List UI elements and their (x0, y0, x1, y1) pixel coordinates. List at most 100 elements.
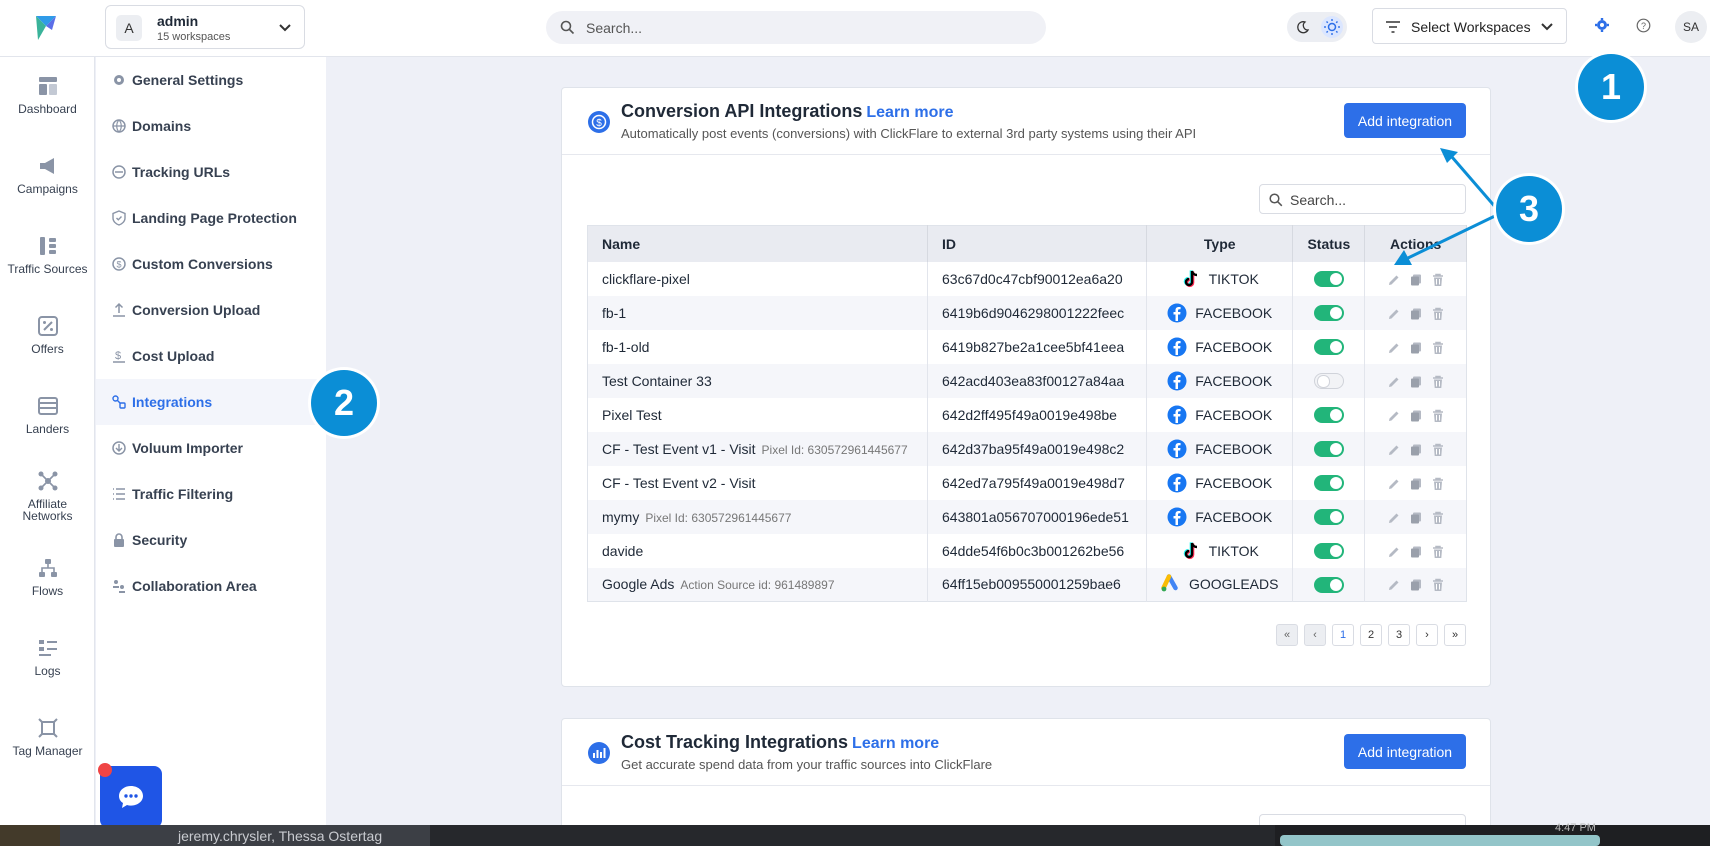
status-toggle[interactable] (1313, 271, 1344, 288)
settings-item-voluum-importer[interactable]: Voluum Importer (96, 425, 326, 471)
nav-flows[interactable]: Flows (0, 557, 95, 597)
nav-logs[interactable]: Logs (0, 637, 95, 677)
last-page-button[interactable]: » (1444, 624, 1466, 646)
nav-affiliate-networks[interactable]: Affiliate Networks (0, 470, 95, 522)
edit-icon[interactable] (1387, 545, 1401, 559)
table-search-input[interactable] (1290, 190, 1460, 210)
settings-item-conversion-upload[interactable]: Conversion Upload (96, 287, 326, 333)
copy-icon[interactable] (1409, 375, 1423, 389)
help-icon[interactable]: ? (1636, 18, 1651, 33)
page-2-button[interactable]: 2 (1360, 624, 1382, 646)
copy-icon[interactable] (1409, 477, 1423, 491)
settings-item-integrations[interactable]: Integrations (96, 379, 326, 425)
nav-campaigns[interactable]: Campaigns (0, 155, 95, 195)
add-integration-button[interactable]: Add integration (1344, 103, 1466, 138)
delete-icon[interactable] (1431, 375, 1445, 389)
delete-icon[interactable] (1431, 545, 1445, 559)
global-search-input[interactable] (586, 17, 1026, 39)
edit-icon[interactable] (1387, 375, 1401, 389)
nav-offers[interactable]: Offers (0, 315, 95, 355)
delete-icon[interactable] (1431, 273, 1445, 287)
status-toggle[interactable] (1313, 441, 1344, 458)
copy-icon[interactable] (1409, 545, 1423, 559)
copy-icon[interactable] (1409, 578, 1423, 592)
status-toggle[interactable] (1313, 339, 1344, 356)
settings-item-general[interactable]: General Settings (96, 57, 326, 103)
status-toggle[interactable] (1313, 475, 1344, 492)
edit-icon[interactable] (1387, 307, 1401, 321)
column-header-name[interactable]: Name (587, 225, 928, 262)
table-row[interactable]: Test Container 33 642acd403ea83f00127a84a… (587, 363, 1467, 398)
copy-icon[interactable] (1409, 409, 1423, 423)
column-header-id[interactable]: ID (927, 225, 1147, 262)
gear-icon[interactable] (1594, 17, 1610, 33)
moon-icon[interactable] (1296, 20, 1310, 34)
nav-traffic-sources[interactable]: Traffic Sources (0, 235, 95, 275)
chat-button[interactable] (98, 763, 162, 828)
status-toggle[interactable] (1313, 509, 1344, 526)
learn-more-link[interactable]: Learn more (866, 104, 953, 121)
edit-icon[interactable] (1387, 443, 1401, 457)
prev-page-button[interactable]: ‹ (1304, 624, 1326, 646)
table-row[interactable]: fb-1-old 6419b827be2a1cee5bf41eea FACEBOOK (587, 329, 1467, 364)
settings-item-domains[interactable]: Domains (96, 103, 326, 149)
copy-icon[interactable] (1409, 443, 1423, 457)
status-toggle[interactable] (1313, 576, 1344, 593)
table-row[interactable]: CF - Test Event v1 - Visit Pixel Id: 6305… (587, 431, 1467, 466)
settings-item-security[interactable]: Security (96, 517, 326, 563)
page-1-button[interactable]: 1 (1332, 624, 1354, 646)
add-integration-button[interactable]: Add integration (1344, 734, 1466, 769)
edit-icon[interactable] (1387, 273, 1401, 287)
column-header-type[interactable]: Type (1146, 225, 1294, 262)
status-toggle[interactable] (1313, 407, 1344, 424)
global-search[interactable] (546, 11, 1046, 44)
edit-icon[interactable] (1387, 511, 1401, 525)
nav-dashboard[interactable]: Dashboard (0, 75, 95, 115)
column-header-status[interactable]: Status (1292, 225, 1366, 262)
workspace-selector[interactable]: A admin 15 workspaces (105, 5, 305, 49)
nav-tag-manager[interactable]: Tag Manager (0, 717, 95, 757)
table-row[interactable]: clickflare-pixel 63c67d0c47cbf90012ea6a20… (587, 261, 1467, 296)
nav-landers[interactable]: Landers (0, 395, 95, 435)
settings-item-cost-upload[interactable]: $ Cost Upload (96, 333, 326, 379)
status-toggle[interactable] (1313, 543, 1344, 560)
table-row[interactable]: mymy Pixel Id: 630572961445677 643801a0567… (587, 499, 1467, 534)
edit-icon[interactable] (1387, 578, 1401, 592)
settings-item-tracking-urls[interactable]: Tracking URLs (96, 149, 326, 195)
copy-icon[interactable] (1409, 307, 1423, 321)
copy-icon[interactable] (1409, 341, 1423, 355)
delete-icon[interactable] (1431, 477, 1445, 491)
delete-icon[interactable] (1431, 307, 1445, 321)
next-page-button[interactable]: › (1416, 624, 1438, 646)
settings-item-collaboration-area[interactable]: Collaboration Area (96, 563, 326, 609)
delete-icon[interactable] (1431, 443, 1445, 457)
theme-toggle[interactable] (1287, 12, 1347, 42)
delete-icon[interactable] (1431, 341, 1445, 355)
clickflare-logo[interactable] (30, 12, 62, 44)
edit-icon[interactable] (1387, 477, 1401, 491)
table-row[interactable]: davide 64dde54f6b0c3b001262be56 TIKTOK (587, 533, 1467, 568)
edit-icon[interactable] (1387, 341, 1401, 355)
table-search[interactable] (1259, 184, 1466, 214)
copy-icon[interactable] (1409, 511, 1423, 525)
delete-icon[interactable] (1431, 409, 1445, 423)
settings-item-landing-page-protection[interactable]: Landing Page Protection (96, 195, 326, 241)
learn-more-link[interactable]: Learn more (852, 735, 939, 752)
select-workspaces-dropdown[interactable]: Select Workspaces (1372, 8, 1567, 44)
status-toggle[interactable] (1313, 305, 1344, 322)
settings-item-custom-conversions[interactable]: $ Custom Conversions (96, 241, 326, 287)
first-page-button[interactable]: « (1276, 624, 1298, 646)
user-avatar[interactable]: SA (1675, 11, 1707, 43)
edit-icon[interactable] (1387, 409, 1401, 423)
table-row[interactable]: Pixel Test 642d2ff495f49a0019e498be FACEBO… (587, 397, 1467, 432)
delete-icon[interactable] (1431, 578, 1445, 592)
settings-item-traffic-filtering[interactable]: Traffic Filtering (96, 471, 326, 517)
delete-icon[interactable] (1431, 511, 1445, 525)
status-toggle[interactable] (1313, 373, 1344, 390)
table-row[interactable]: CF - Test Event v2 - Visit 642ed7a795f49a… (587, 465, 1467, 500)
table-row[interactable]: Google Ads Action Source id: 961489897 64f… (587, 567, 1467, 602)
page-3-button[interactable]: 3 (1388, 624, 1410, 646)
table-row[interactable]: fb-1 6419b6d9046298001222feec FACEBOOK (587, 295, 1467, 330)
copy-icon[interactable] (1409, 273, 1423, 287)
sun-icon[interactable] (1321, 16, 1343, 38)
